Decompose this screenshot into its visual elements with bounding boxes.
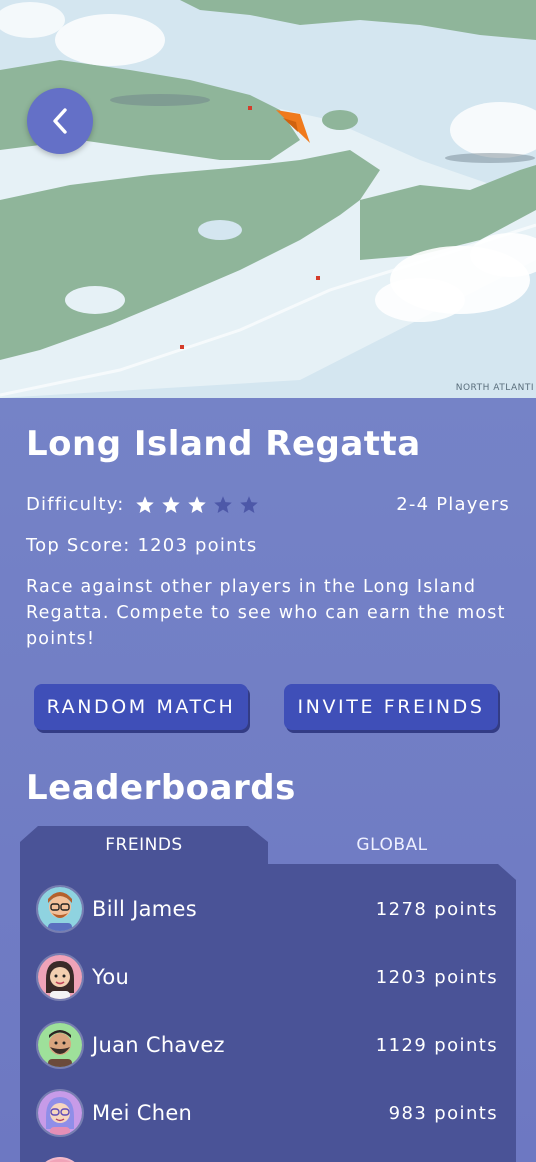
player-count: 2-4 Players [396, 494, 510, 515]
leaderboard-tabs: FREINDS GLOBAL [20, 826, 516, 864]
difficulty-label: Difficulty: [26, 494, 125, 515]
meta-row: Difficulty: 2-4 Players [26, 494, 510, 518]
leaderboard-list: Bill James 1278 points You 1203 points J… [20, 864, 516, 1162]
chevron-left-icon [53, 108, 67, 134]
top-score: Top Score: 1203 points [26, 535, 258, 556]
avatar [36, 885, 84, 933]
player-points: 983 points [388, 1102, 498, 1124]
list-item[interactable]: Juan Chavez 1129 points [36, 1020, 500, 1070]
player-points: 1129 points [375, 1034, 498, 1056]
avatar [36, 1157, 84, 1162]
list-item[interactable]: Bill James 1278 points [36, 884, 500, 934]
player-name: You [92, 965, 130, 989]
star-empty-icon [213, 495, 232, 513]
list-item[interactable] [36, 1156, 500, 1162]
star-empty-icon [239, 495, 258, 513]
list-item[interactable]: You 1203 points [36, 952, 500, 1002]
tab-friends[interactable]: FREINDS [20, 826, 268, 864]
player-points: 1203 points [375, 966, 498, 988]
leaderboards-title: Leaderboards [26, 768, 296, 808]
star-filled-icon [161, 495, 180, 513]
difficulty: Difficulty: [26, 494, 265, 515]
list-item[interactable]: Mei Chen 983 points [36, 1088, 500, 1138]
game-details: Long Island Regatta Difficulty: 2-4 Play… [0, 398, 536, 1162]
avatar [36, 1089, 84, 1137]
random-match-button[interactable]: RANDOM MATCH [34, 684, 248, 730]
map-caption: NORTH ATLANTI [455, 383, 534, 393]
player-name: Juan Chavez [92, 1033, 225, 1057]
star-filled-icon [135, 495, 154, 513]
back-button[interactable] [27, 88, 93, 154]
nautical-chart [0, 0, 536, 398]
game-description: Race against other players in the Long I… [26, 577, 506, 649]
tab-global[interactable]: GLOBAL [268, 826, 516, 864]
avatar [36, 953, 84, 1001]
player-name: Bill James [92, 897, 197, 921]
difficulty-stars [135, 495, 265, 515]
invite-friends-button[interactable]: INVITE FREINDS [284, 684, 498, 730]
star-filled-icon [187, 495, 206, 513]
player-points: 1278 points [375, 898, 498, 920]
avatar [36, 1021, 84, 1069]
map-view[interactable]: NORTH ATLANTI [0, 0, 536, 398]
player-name: Mei Chen [92, 1101, 193, 1125]
game-title: Long Island Regatta [26, 424, 421, 464]
